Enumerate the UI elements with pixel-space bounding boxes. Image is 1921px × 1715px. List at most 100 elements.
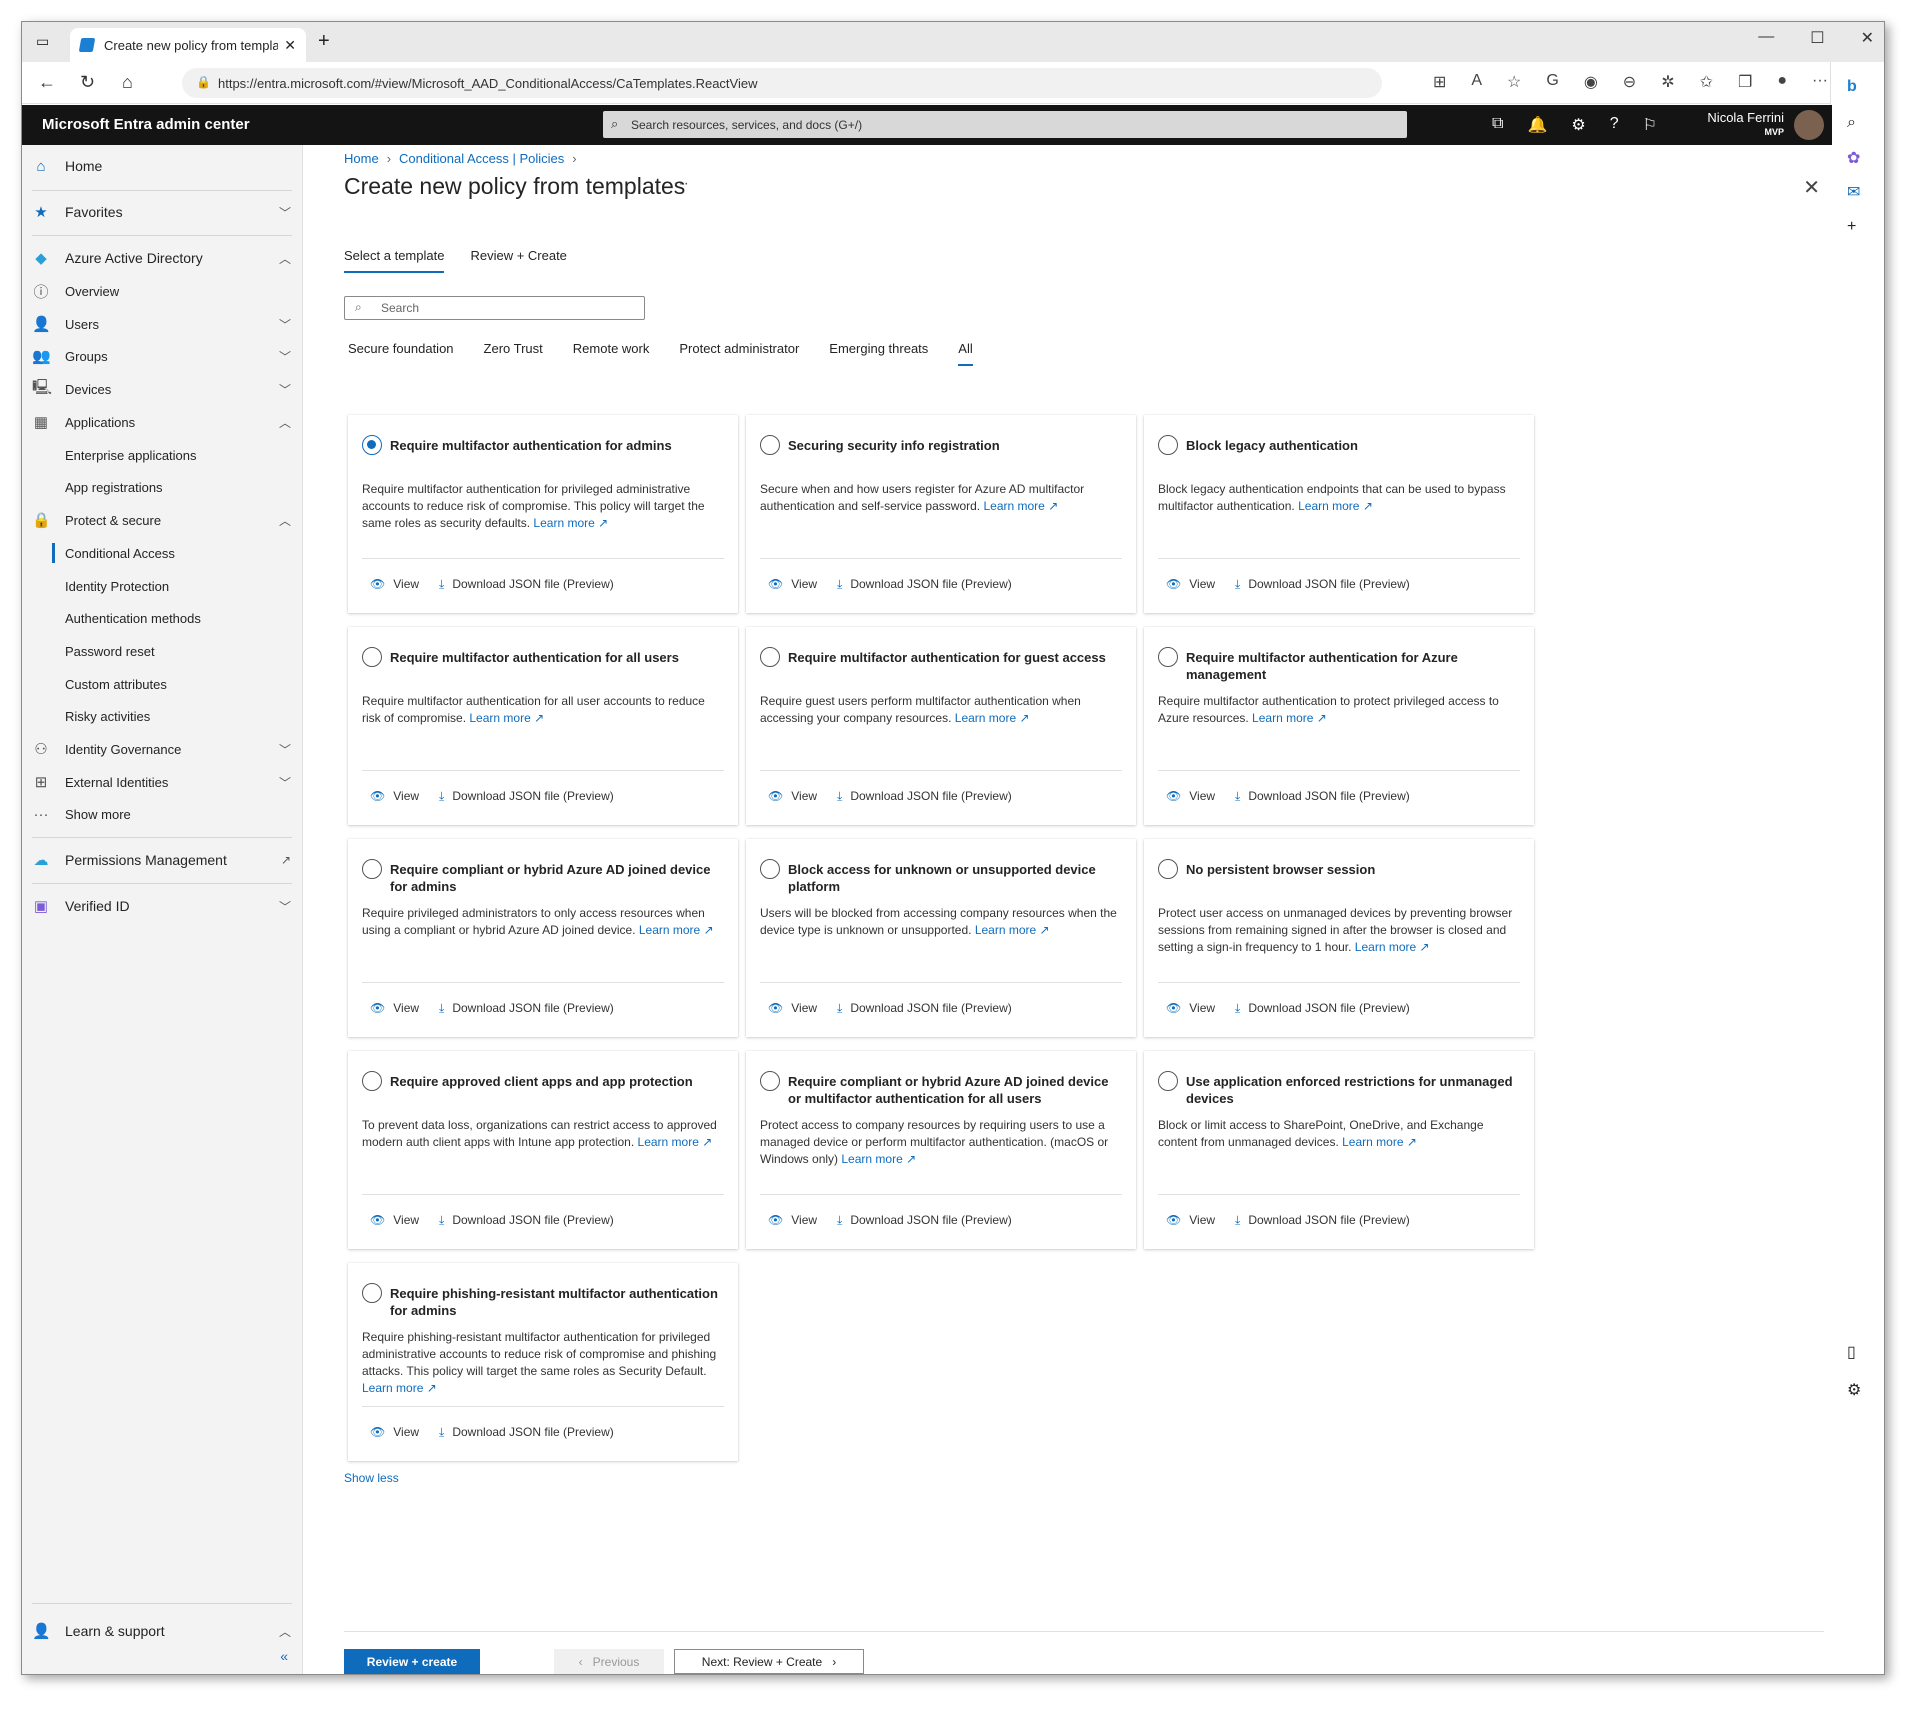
extensions-icon[interactable]: ✲ <box>1661 72 1674 92</box>
template-card[interactable]: Require multifactor authentication for A… <box>1144 627 1534 825</box>
close-icon[interactable]: ✕ <box>1803 175 1820 200</box>
close-window-icon[interactable]: ✕ <box>1861 28 1874 48</box>
download-json-button[interactable]: ⤓ Download JSON file (Preview) <box>439 1425 614 1440</box>
template-card[interactable]: Use application enforced restrictions fo… <box>1144 1051 1534 1249</box>
extension-record-icon[interactable]: ◉ <box>1584 72 1598 92</box>
learn-more-link[interactable]: Learn more ↗ <box>533 516 608 530</box>
view-button[interactable]: 👁 View <box>370 1001 419 1016</box>
nav-favorites[interactable]: ★ Favorites ﹀ <box>22 192 303 232</box>
view-button[interactable]: 👁 View <box>370 1425 419 1440</box>
download-json-button[interactable]: ⤓ Download JSON file (Preview) <box>837 1001 1012 1016</box>
template-search-input[interactable]: ⌕ Search <box>344 296 645 320</box>
global-search-input[interactable]: ⌕ Search resources, services, and docs (… <box>603 111 1407 138</box>
maximize-icon[interactable]: ☐ <box>1810 28 1824 48</box>
favorites-icon[interactable]: ✩ <box>1700 72 1713 92</box>
learn-more-link[interactable]: Learn more ↗ <box>1252 711 1327 725</box>
breadcrumb-home[interactable]: Home <box>344 151 379 166</box>
more-actions-icon[interactable]: ··· <box>673 175 689 193</box>
template-card[interactable]: Require multifactor authentication for a… <box>348 415 738 613</box>
nav-verified-id[interactable]: ▣ Verified ID ﹀ <box>22 886 303 926</box>
template-radio[interactable] <box>760 859 780 879</box>
sidebar-search-icon[interactable]: ⌕ <box>1847 114 1856 132</box>
download-json-button[interactable]: ⤓ Download JSON file (Preview) <box>1235 577 1410 592</box>
learn-more-link[interactable]: Learn more ↗ <box>955 711 1030 725</box>
add-favorite-icon[interactable]: ☆ <box>1507 72 1521 92</box>
nav-show-more[interactable]: ··· Show more <box>22 794 303 834</box>
download-json-button[interactable]: ⤓ Download JSON file (Preview) <box>837 1213 1012 1228</box>
view-button[interactable]: 👁 View <box>370 789 419 804</box>
back-icon[interactable]: ← <box>38 72 56 93</box>
learn-more-link[interactable]: Learn more ↗ <box>362 1381 437 1395</box>
learn-more-link[interactable]: Learn more ↗ <box>1298 499 1373 513</box>
feedback-icon[interactable]: ⚐ <box>1643 115 1657 135</box>
nav-learn-support[interactable]: 👤 Learn & support ︿ <box>22 1611 303 1651</box>
download-json-button[interactable]: ⤓ Download JSON file (Preview) <box>439 789 614 804</box>
learn-more-link[interactable]: Learn more ↗ <box>469 711 544 725</box>
sidebar-settings-icon[interactable]: ⚙ <box>1847 1380 1861 1400</box>
template-card[interactable]: Require multifactor authentication for a… <box>348 627 738 825</box>
filter-remote-work[interactable]: Remote work <box>573 341 650 366</box>
sidebar-copilot-icon[interactable]: ✿ <box>1847 148 1860 168</box>
learn-more-link[interactable]: Learn more ↗ <box>639 923 714 937</box>
template-card[interactable]: Require approved client apps and app pro… <box>348 1051 738 1249</box>
filter-all[interactable]: All <box>958 341 973 366</box>
tab-select-template[interactable]: Select a template <box>344 248 445 273</box>
filter-protect-administrator[interactable]: Protect administrator <box>679 341 799 366</box>
sidebar-add-icon[interactable]: + <box>1847 218 1856 236</box>
template-card[interactable]: Block access for unknown or unsupported … <box>746 839 1136 1037</box>
bing-icon[interactable]: b <box>1847 78 1857 96</box>
learn-more-link[interactable]: Learn more ↗ <box>975 923 1050 937</box>
filter-secure-foundation[interactable]: Secure foundation <box>348 341 454 366</box>
view-button[interactable]: 👁 View <box>1166 1213 1215 1228</box>
help-icon[interactable]: ? <box>1610 115 1619 135</box>
download-json-button[interactable]: ⤓ Download JSON file (Preview) <box>1235 789 1410 804</box>
view-button[interactable]: 👁 View <box>768 1213 817 1228</box>
template-card[interactable]: Block legacy authentication Block legacy … <box>1144 415 1534 613</box>
refresh-icon[interactable]: ↻ <box>80 72 95 93</box>
template-radio[interactable] <box>1158 435 1178 455</box>
home-icon[interactable]: ⌂ <box>122 72 133 93</box>
sidebar-panel-icon[interactable]: ▯ <box>1847 1342 1856 1362</box>
breadcrumb-conditional-access[interactable]: Conditional Access | Policies <box>399 151 564 166</box>
extension-stop-icon[interactable]: ⊖ <box>1623 72 1636 92</box>
portal-brand[interactable]: Microsoft Entra admin center <box>42 116 250 133</box>
download-json-button[interactable]: ⤓ Download JSON file (Preview) <box>439 577 614 592</box>
filter-emerging-threats[interactable]: Emerging threats <box>829 341 928 366</box>
review-create-button[interactable]: Review + create <box>344 1649 480 1674</box>
tab-review-create[interactable]: Review + Create <box>470 248 566 273</box>
view-button[interactable]: 👁 View <box>1166 1001 1215 1016</box>
profile-icon[interactable]: ● <box>1777 72 1787 92</box>
next-button[interactable]: Next: Review + Create › <box>674 1649 864 1674</box>
view-button[interactable]: 👁 View <box>768 577 817 592</box>
browser-tab[interactable]: Create new policy from template ✕ <box>70 28 306 62</box>
template-radio[interactable] <box>362 1071 382 1091</box>
download-json-button[interactable]: ⤓ Download JSON file (Preview) <box>1235 1213 1410 1228</box>
collections-icon[interactable]: ❐ <box>1738 72 1752 92</box>
settings-icon[interactable]: ⚙ <box>1571 115 1585 135</box>
more-options-icon[interactable]: ··· <box>1812 72 1828 92</box>
learn-more-link[interactable]: Learn more ↗ <box>1355 940 1430 954</box>
template-radio[interactable] <box>362 859 382 879</box>
template-radio[interactable] <box>362 1283 382 1303</box>
minimize-icon[interactable]: — <box>1758 28 1774 48</box>
learn-more-link[interactable]: Learn more ↗ <box>1342 1135 1417 1149</box>
template-radio[interactable] <box>362 435 382 455</box>
template-card[interactable]: Require compliant or hybrid Azure AD joi… <box>348 839 738 1037</box>
notifications-icon[interactable]: 🔔 <box>1527 115 1547 135</box>
download-json-button[interactable]: ⤓ Download JSON file (Preview) <box>439 1001 614 1016</box>
download-json-button[interactable]: ⤓ Download JSON file (Preview) <box>837 789 1012 804</box>
view-button[interactable]: 👁 View <box>1166 789 1215 804</box>
app-available-icon[interactable]: ⊞ <box>1433 72 1446 92</box>
view-button[interactable]: 👁 View <box>370 577 419 592</box>
template-radio[interactable] <box>760 435 780 455</box>
template-radio[interactable] <box>760 1071 780 1091</box>
account-info[interactable]: Nicola Ferrini MVP <box>1707 111 1784 139</box>
nav-home[interactable]: ⌂ Home <box>22 146 303 186</box>
learn-more-link[interactable]: Learn more ↗ <box>983 499 1058 513</box>
template-card[interactable]: Require multifactor authentication for g… <box>746 627 1136 825</box>
view-button[interactable]: 👁 View <box>370 1213 419 1228</box>
template-radio[interactable] <box>1158 1071 1178 1091</box>
download-json-button[interactable]: ⤓ Download JSON file (Preview) <box>439 1213 614 1228</box>
template-radio[interactable] <box>1158 859 1178 879</box>
template-radio[interactable] <box>760 647 780 667</box>
